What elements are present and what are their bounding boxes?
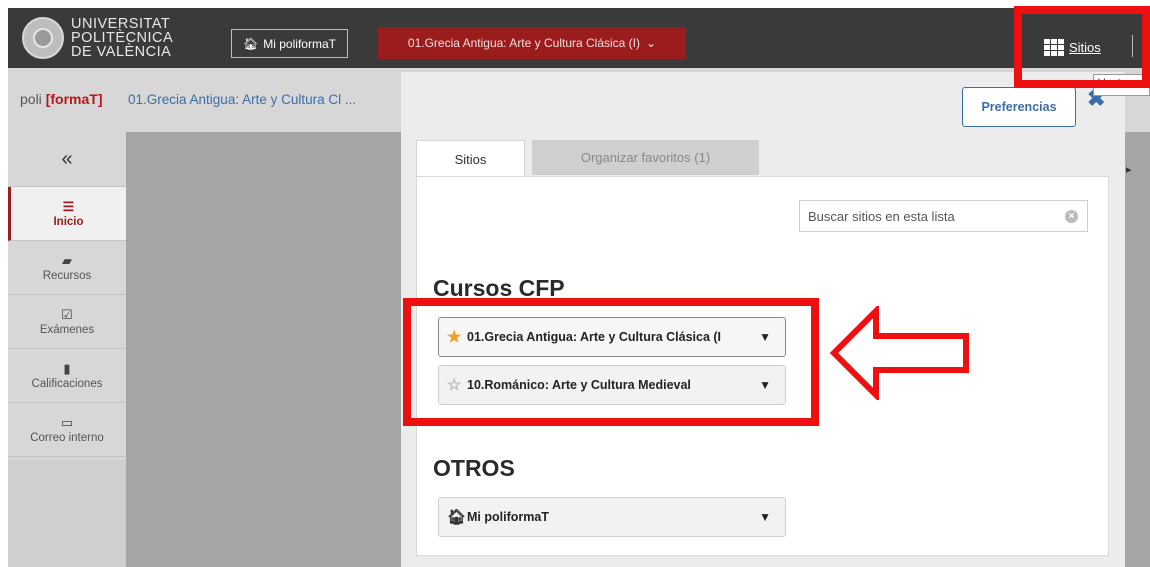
site-item-label: Mi poliformaT [467,510,549,524]
preferences-button[interactable]: Preferencias [962,87,1076,127]
home-icon: 🏠︎ [243,36,259,51]
site-item[interactable]: 🏠︎ Mi poliformaT ▼ [438,497,786,537]
section-title-otros: OTROS [433,455,515,481]
breadcrumb[interactable]: 01.Grecia Antigua: Arte y Cultura Cl ... [128,92,356,107]
sidebar-item-correo-interno[interactable]: ▭ Correo interno [8,403,126,457]
sidebar-item-calificaciones[interactable]: ▮ Calificaciones [8,349,126,403]
mi-poliformat-label: Mi poliformaT [263,36,336,51]
sidebar-item-recursos[interactable]: ▰ Recursos [8,241,126,295]
list-icon: ☰ [62,198,75,214]
university-name-line: POLITÈCNICA [71,30,174,46]
partially-hidden-control: ▸ [1126,164,1132,176]
sidebar-item-inicio[interactable]: ☰ Inicio [8,187,126,241]
folder-icon: ▰ [62,252,72,268]
logo-prefix: poli [20,91,42,107]
sidebar-item-label: Calificaciones [31,377,103,390]
inbox-icon: ▭ [60,414,74,430]
university-name-line: UNIVERSITAT [71,16,171,32]
chevron-down-icon[interactable]: ▼ [759,510,771,524]
collapse-sidebar-button[interactable]: « [8,132,126,187]
tab-sitios[interactable]: Sitios [416,140,525,177]
sidebar-item-label: Inicio [53,215,84,228]
poliformat-logo[interactable]: poli [formaT] [20,91,102,107]
clear-search-icon[interactable]: × [1065,210,1078,223]
course-dropdown-label: 01.Grecia Antigua: Arte y Cultura Clásic… [407,36,641,50]
sidebar-item-label: Recursos [42,269,92,282]
university-seal-icon[interactable] [22,17,64,59]
top-bar: UNIVERSITAT POLITÈCNICA DE VALÈNCIA 🏠︎ M… [8,8,1150,68]
course-dropdown-button[interactable]: 01.Grecia Antigua: Arte y Cultura Clásic… [378,27,686,59]
chevron-down-icon: ⌄ [646,36,657,50]
home-icon: 🏠︎ [447,509,467,526]
checkbox-icon: ☑ [61,306,73,322]
tab-organizar-favoritos[interactable]: Organizar favoritos (1) [532,140,759,175]
sidebar: « ☰ Inicio ▰ Recursos ☑ Exámenes ▮ Calif… [8,132,126,460]
annotation-highlight-sitios [1014,6,1150,88]
search-field: × [799,200,1088,232]
tab-label: Sitios [454,151,487,167]
mi-poliformat-button[interactable]: 🏠︎ Mi poliformaT [231,29,348,58]
search-input[interactable] [808,208,1058,224]
logo-forma: formaT [50,91,98,107]
annotation-arrow-left-icon [829,306,969,400]
sidebar-footer-area [8,460,126,567]
annotation-highlight-courses [403,298,819,426]
university-name[interactable]: UNIVERSITAT POLITÈCNICA DE VALÈNCIA [71,16,174,60]
sidebar-item-examenes[interactable]: ☑ Exámenes [8,295,126,349]
sidebar-item-label: Correo interno [30,431,104,444]
double-chevron-left-icon: « [61,147,73,170]
university-name-line: DE VALÈNCIA [71,44,172,60]
tab-label: Organizar favoritos (1) [580,150,711,165]
sidebar-item-label: Exámenes [39,323,95,336]
book-icon: ▮ [63,360,71,376]
